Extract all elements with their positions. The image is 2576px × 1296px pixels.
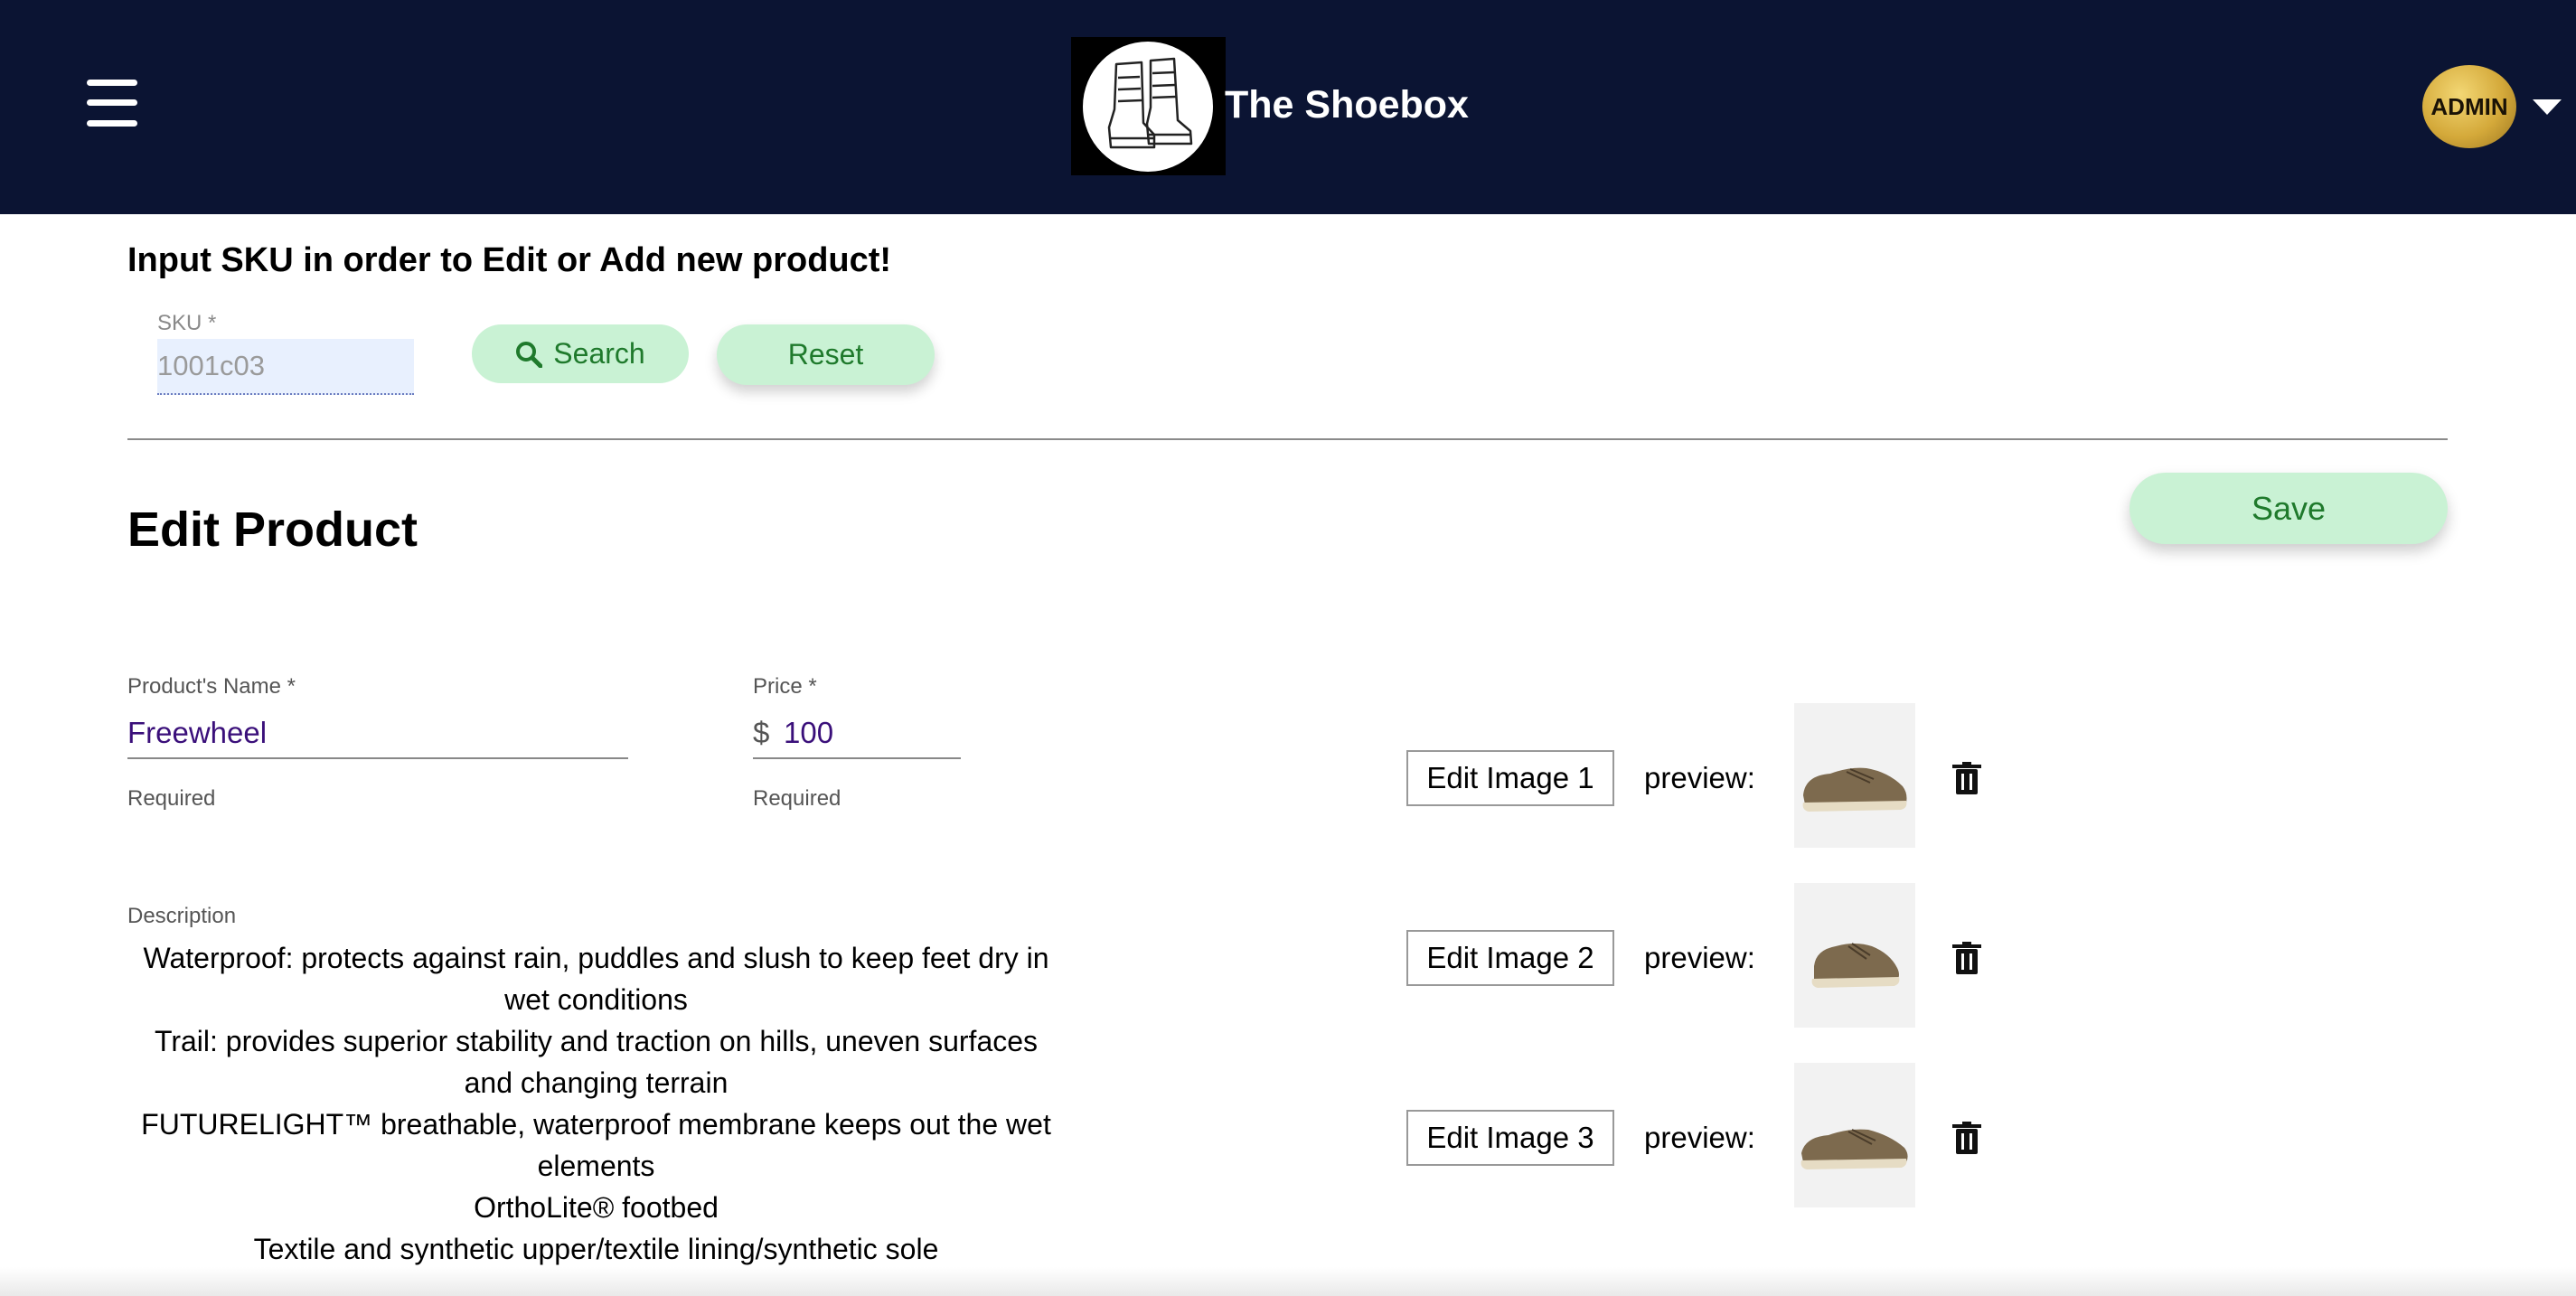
hamburger-menu-icon[interactable] <box>87 80 137 127</box>
description-label: Description <box>127 904 237 928</box>
save-button-label: Save <box>2251 489 2327 527</box>
edit-image-3-button[interactable]: Edit Image 3 <box>1406 1110 1614 1166</box>
trash-icon[interactable] <box>1952 762 1981 794</box>
product-name-helper: Required <box>127 786 216 811</box>
description-line: Textile and synthetic upper/textile lini… <box>253 1233 939 1265</box>
trash-icon[interactable] <box>1952 942 1981 974</box>
description-line: FUTURELIGHT™ breathable, waterproof memb… <box>141 1108 1051 1182</box>
save-button[interactable]: Save <box>2129 473 2448 544</box>
edit-image-2-label: Edit Image 2 <box>1426 941 1594 974</box>
price-helper: Required <box>753 786 841 811</box>
product-name-label: Product's Name * <box>127 674 296 699</box>
sku-section-title: Input SKU in order to Edit or Add new pr… <box>127 241 892 279</box>
edit-image-1-label: Edit Image 1 <box>1426 761 1594 794</box>
description-line: Trail: provides superior stability and t… <box>154 1025 1039 1099</box>
edit-image-2-button[interactable]: Edit Image 2 <box>1406 930 1614 986</box>
product-name-field[interactable]: Freewheel <box>127 716 267 750</box>
reset-button[interactable]: Reset <box>717 324 935 385</box>
page-title: Edit Product <box>127 502 418 557</box>
boots-logo-icon[interactable] <box>1071 37 1226 175</box>
bottom-shadow <box>0 1267 2576 1296</box>
description-line: OrthoLite® footbed <box>474 1191 719 1224</box>
price-prefix: $ <box>753 716 770 749</box>
avatar-label: ADMIN <box>2430 92 2508 120</box>
admin-avatar[interactable]: ADMIN <box>2422 65 2516 148</box>
price-underline <box>753 757 961 759</box>
edit-image-3-label: Edit Image 3 <box>1426 1121 1594 1154</box>
reset-button-label: Reset <box>787 338 864 371</box>
search-icon <box>516 341 543 368</box>
product-name-underline <box>127 757 628 759</box>
edit-image-1-button[interactable]: Edit Image 1 <box>1406 750 1614 806</box>
section-divider <box>127 438 2448 440</box>
description-line: Waterproof: protects against rain, puddl… <box>143 942 1049 1016</box>
shoe-preview-image <box>1794 883 1915 1028</box>
price-label: Price * <box>753 674 817 699</box>
search-button[interactable]: Search <box>472 324 689 383</box>
sku-label: SKU * <box>157 311 217 335</box>
sku-input[interactable] <box>157 339 414 395</box>
trash-icon[interactable] <box>1952 1122 1981 1154</box>
shoe-preview-image <box>1794 1063 1915 1207</box>
shoe-preview-image <box>1794 703 1915 848</box>
preview-label: preview: <box>1644 1121 1755 1154</box>
preview-label: preview: <box>1644 761 1755 794</box>
description-field[interactable]: Waterproof: protects against rain, puddl… <box>127 937 1065 1270</box>
preview-label: preview: <box>1644 941 1755 974</box>
brand-name[interactable]: The Shoebox <box>1225 83 1469 127</box>
caret-down-icon[interactable] <box>2533 99 2562 115</box>
search-button-label: Search <box>553 337 645 370</box>
price-field[interactable]: 100 <box>784 716 833 750</box>
